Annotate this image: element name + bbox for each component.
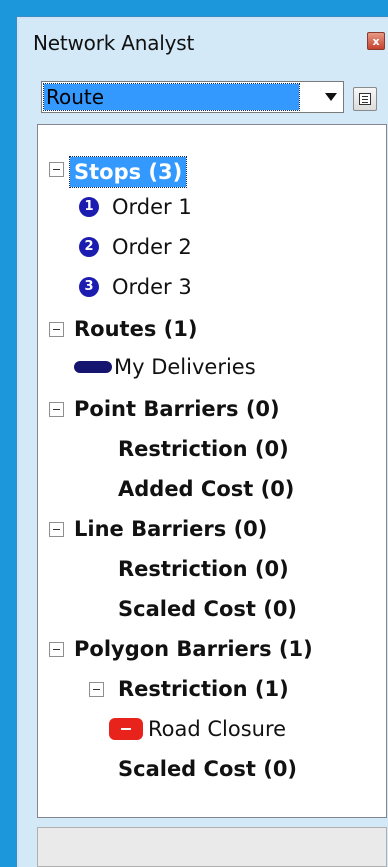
tree-node-point-barriers[interactable]: Point Barriers (0): [74, 391, 280, 427]
tree-item-scaled-cost[interactable]: Scaled Cost (0): [118, 591, 297, 627]
list-view-icon: [359, 93, 371, 105]
tree-node-stops[interactable]: Stops (3): [68, 154, 188, 190]
dropdown-arrow-icon[interactable]: [325, 93, 337, 101]
tree-node-stops-label: Stops (3): [68, 156, 188, 188]
close-icon: x: [372, 34, 380, 48]
tree-item-scaled-cost[interactable]: Scaled Cost (0): [118, 751, 297, 787]
analysis-layer-selected-value: Route: [43, 83, 300, 111]
tree-item-stop[interactable]: Order 2: [112, 229, 192, 265]
tree-node-restriction[interactable]: Restriction (1): [118, 671, 289, 707]
tree-node-line-barriers[interactable]: Line Barriers (0): [74, 511, 267, 547]
tree-item-road-closure[interactable]: Road Closure: [148, 711, 286, 747]
route-line-icon: [74, 361, 112, 373]
tree-node-polygon-barriers[interactable]: Polygon Barriers (1): [74, 631, 313, 667]
collapse-icon[interactable]: [89, 682, 104, 697]
stop-number-icon: 1: [79, 197, 99, 217]
tree-item-restriction[interactable]: Restriction (0): [118, 431, 289, 467]
close-button[interactable]: x: [367, 32, 385, 50]
collapse-icon[interactable]: [49, 162, 64, 177]
window-title: Network Analyst: [33, 31, 195, 55]
stop-number-icon: 2: [79, 237, 99, 257]
stop-number-icon: 3: [79, 277, 99, 297]
list-view-button[interactable]: [353, 87, 377, 111]
polygon-barrier-icon: [109, 718, 143, 740]
collapse-icon[interactable]: [49, 402, 64, 417]
tree-item-added-cost[interactable]: Added Cost (0): [118, 471, 294, 507]
collapse-icon[interactable]: [49, 322, 64, 337]
network-analyst-window: Network Analyst x Route Stops (3) 1 Orde…: [16, 16, 388, 867]
tree-item-stop[interactable]: Order 3: [112, 269, 192, 305]
tree-item-route[interactable]: My Deliveries: [114, 349, 256, 385]
network-analyst-tree[interactable]: Stops (3) 1 Order 1 2 Order 2 3 Order 3 …: [37, 124, 387, 818]
collapse-icon[interactable]: [49, 522, 64, 537]
tree-item-stop[interactable]: Order 1: [112, 189, 192, 225]
tree-item-restriction[interactable]: Restriction (0): [118, 551, 289, 587]
collapse-icon[interactable]: [49, 642, 64, 657]
status-bar: [37, 827, 387, 867]
analysis-layer-combobox[interactable]: Route: [41, 81, 344, 113]
tree-node-routes[interactable]: Routes (1): [74, 311, 197, 347]
